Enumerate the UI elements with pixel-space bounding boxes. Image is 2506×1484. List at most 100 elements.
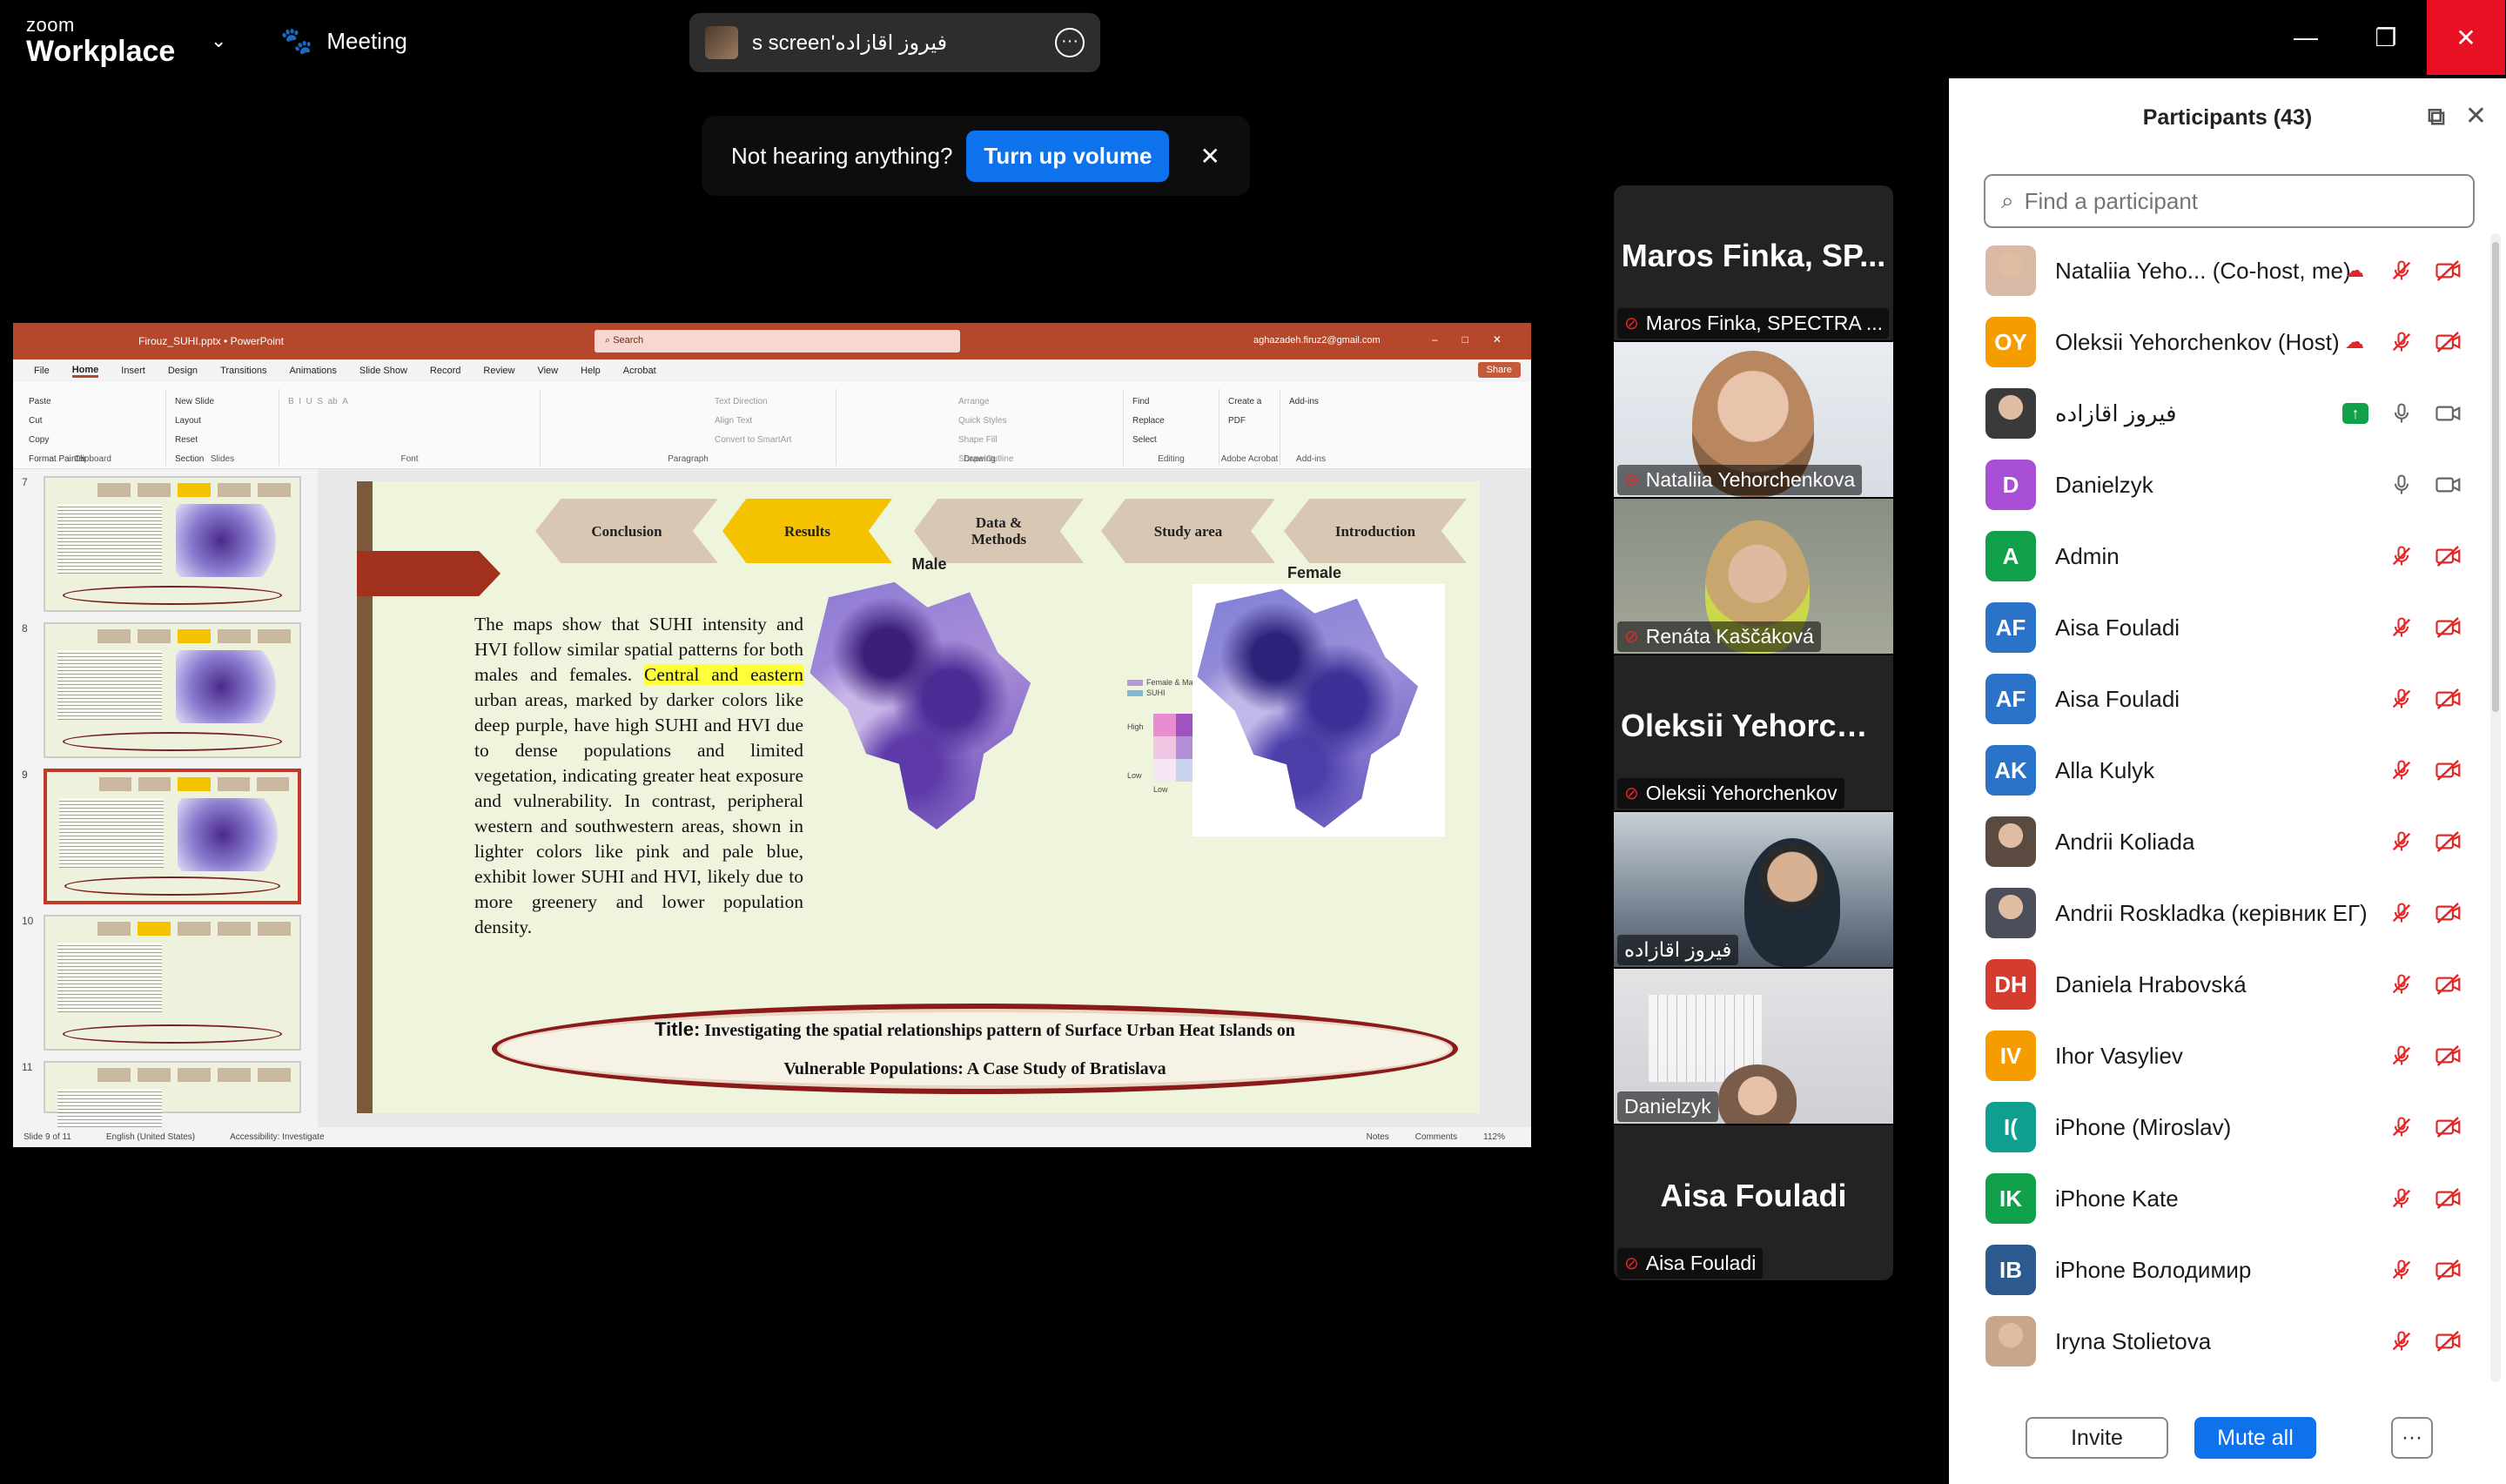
pop-out-icon[interactable]: ⧉ bbox=[2428, 103, 2445, 131]
camera-off-icon[interactable] bbox=[2435, 756, 2462, 784]
ribbon-clipboard-item[interactable]: Cut bbox=[29, 412, 157, 431]
camera-icon[interactable] bbox=[2435, 400, 2462, 427]
status-comments-button[interactable]: Comments bbox=[1415, 1132, 1457, 1142]
camera-off-icon[interactable] bbox=[2435, 828, 2462, 856]
participant-row[interactable]: A Admin bbox=[1949, 520, 2487, 592]
ribbon-addins-item[interactable]: Add-ins bbox=[1289, 393, 1333, 412]
video-tile[interactable]: ⊘ Renáta Kaščáková bbox=[1614, 499, 1893, 654]
participant-row[interactable]: Andrii Koliada bbox=[1949, 806, 2487, 877]
mic-muted-icon[interactable] bbox=[2388, 542, 2415, 570]
ppt-search-box[interactable]: ⌕ Search bbox=[595, 330, 960, 353]
ribbon-paragraph-item[interactable]: Align Text bbox=[715, 412, 827, 431]
zoom-workplace-logo[interactable]: zoom Workplace bbox=[26, 16, 175, 67]
mic-muted-icon[interactable] bbox=[2388, 257, 2415, 285]
minimize-button[interactable]: — bbox=[2267, 0, 2345, 75]
ribbon-drawing-item[interactable]: Quick Styles bbox=[958, 412, 1114, 431]
status-language[interactable]: English (United States) bbox=[106, 1132, 195, 1142]
chevron-down-icon[interactable]: ⌄ bbox=[211, 30, 226, 52]
slide-thumbnail[interactable] bbox=[44, 915, 301, 1051]
video-tile[interactable]: Aisa Fouladi ⊘ Aisa Fouladi bbox=[1614, 1125, 1893, 1280]
ribbon-acrobat-item[interactable]: Create a PDF bbox=[1228, 393, 1271, 431]
ribbon-clipboard-item[interactable]: Copy bbox=[29, 431, 157, 450]
meeting-menu[interactable]: 🐾 Meeting bbox=[280, 26, 407, 57]
mic-muted-icon[interactable] bbox=[2388, 614, 2415, 641]
mic-icon[interactable] bbox=[2388, 471, 2415, 499]
ribbon-editing-item[interactable]: Replace bbox=[1132, 412, 1210, 431]
mic-muted-icon[interactable] bbox=[2388, 1327, 2415, 1355]
mic-muted-icon[interactable] bbox=[2388, 970, 2415, 998]
camera-off-icon[interactable] bbox=[2435, 1256, 2462, 1284]
video-tile[interactable]: ⊘ Nataliia Yehorchenkova bbox=[1614, 342, 1893, 497]
mic-muted-icon[interactable] bbox=[2388, 328, 2415, 356]
mic-muted-icon[interactable] bbox=[2388, 756, 2415, 784]
video-tile[interactable]: Maros Finka, SP... ⊘ Maros Finka, SPECTRA … bbox=[1614, 185, 1893, 340]
ppt-window-controls[interactable]: –□✕ bbox=[1432, 333, 1526, 346]
ppt-menu-home[interactable]: Home bbox=[71, 365, 99, 378]
mic-muted-icon[interactable] bbox=[2388, 1256, 2415, 1284]
participant-row[interactable]: D Danielzyk bbox=[1949, 449, 2487, 520]
ppt-menu-help[interactable]: Help bbox=[581, 366, 601, 376]
slide-thumbnail[interactable] bbox=[44, 769, 301, 904]
ppt-menu-design[interactable]: Design bbox=[168, 366, 198, 376]
participant-row[interactable]: AF Aisa Fouladi bbox=[1949, 592, 2487, 663]
ppt-menu-review[interactable]: Review bbox=[483, 366, 514, 376]
camera-icon[interactable] bbox=[2435, 471, 2462, 499]
participant-row[interactable]: IB iPhone Володимир bbox=[1949, 1234, 2487, 1306]
participant-row[interactable]: Iryna Stolietova bbox=[1949, 1306, 2487, 1377]
video-tile[interactable]: فیروز اقازاده bbox=[1614, 812, 1893, 967]
scrollbar-thumb[interactable] bbox=[2492, 242, 2499, 712]
close-window-button[interactable]: ✕ bbox=[2427, 0, 2505, 75]
participant-row[interactable]: Nataliia Yeho... (Co-host, me) ☁ bbox=[1949, 235, 2487, 306]
video-tile[interactable]: Oleksii Yehorche... ⊘ Oleksii Yehorchenkov bbox=[1614, 655, 1893, 810]
camera-off-icon[interactable] bbox=[2435, 899, 2462, 927]
ppt-menu-view[interactable]: View bbox=[537, 366, 558, 376]
participant-row[interactable]: AF Aisa Fouladi bbox=[1949, 663, 2487, 735]
camera-off-icon[interactable] bbox=[2435, 1185, 2462, 1212]
ribbon-clipboard-item[interactable]: Paste bbox=[29, 393, 157, 412]
mic-icon[interactable] bbox=[2388, 400, 2415, 427]
ribbon-editing-item[interactable]: Find bbox=[1132, 393, 1210, 412]
restore-button[interactable]: ❐ bbox=[2347, 0, 2425, 75]
mic-muted-icon[interactable] bbox=[2388, 1185, 2415, 1212]
participant-search-input[interactable] bbox=[2024, 187, 2442, 215]
participant-scrollbar[interactable] bbox=[2490, 233, 2501, 1382]
ribbon-slides-item[interactable]: New Slide bbox=[175, 393, 270, 412]
ppt-share-button[interactable]: Share bbox=[1477, 362, 1521, 378]
screen-share-indicator[interactable]: فیروز اقازاده's screen ··· bbox=[689, 13, 1100, 72]
participant-row[interactable]: IV Ihor Vasyliev bbox=[1949, 1020, 2487, 1091]
ppt-menu-insert[interactable]: Insert bbox=[121, 366, 145, 376]
ribbon-editing-item[interactable]: Select bbox=[1132, 431, 1210, 450]
mic-muted-icon[interactable] bbox=[2388, 1042, 2415, 1070]
camera-off-icon[interactable] bbox=[2435, 257, 2462, 285]
ppt-menu-slide-show[interactable]: Slide Show bbox=[359, 366, 407, 376]
slide-thumbnail[interactable] bbox=[44, 476, 301, 612]
mic-muted-icon[interactable] bbox=[2388, 828, 2415, 856]
mic-muted-icon[interactable] bbox=[2388, 685, 2415, 713]
mic-muted-icon[interactable] bbox=[2388, 1113, 2415, 1141]
camera-off-icon[interactable] bbox=[2435, 614, 2462, 641]
participant-row[interactable]: OY Oleksii Yehorchenkov (Host) ☁ bbox=[1949, 306, 2487, 378]
participant-row[interactable]: I(iPhone (Miroslav) bbox=[1949, 1091, 2487, 1163]
turn-up-volume-button[interactable]: Turn up volume bbox=[966, 130, 1170, 182]
ppt-menu-record[interactable]: Record bbox=[430, 366, 460, 376]
slide-thumbnail[interactable] bbox=[44, 622, 301, 758]
ribbon-slides-item[interactable]: Reset bbox=[175, 431, 270, 450]
ppt-menu-acrobat[interactable]: Acrobat bbox=[623, 366, 656, 376]
camera-off-icon[interactable] bbox=[2435, 542, 2462, 570]
mic-muted-icon[interactable] bbox=[2388, 899, 2415, 927]
participant-row[interactable]: IK iPhone Kate bbox=[1949, 1163, 2487, 1234]
ribbon-paragraph-item[interactable]: Convert to SmartArt bbox=[715, 431, 827, 450]
camera-off-icon[interactable] bbox=[2435, 328, 2462, 356]
participant-row[interactable]: Andrii Roskladka (керівник ЕГ) bbox=[1949, 877, 2487, 949]
camera-off-icon[interactable] bbox=[2435, 685, 2462, 713]
participant-search[interactable]: ⌕ bbox=[1984, 174, 2475, 228]
ppt-menu-file[interactable]: File bbox=[34, 366, 50, 376]
camera-off-icon[interactable] bbox=[2435, 1113, 2462, 1141]
camera-off-icon[interactable] bbox=[2435, 1042, 2462, 1070]
mute-all-button[interactable]: Mute all bbox=[2194, 1417, 2316, 1459]
status-zoom-level[interactable]: 112% bbox=[1483, 1132, 1505, 1142]
status-notes-button[interactable]: Notes bbox=[1367, 1132, 1389, 1142]
status-accessibility[interactable]: Accessibility: Investigate bbox=[230, 1132, 324, 1142]
close-panel-icon[interactable]: ✕ bbox=[2465, 101, 2487, 131]
ppt-menu-animations[interactable]: Animations bbox=[289, 366, 336, 376]
